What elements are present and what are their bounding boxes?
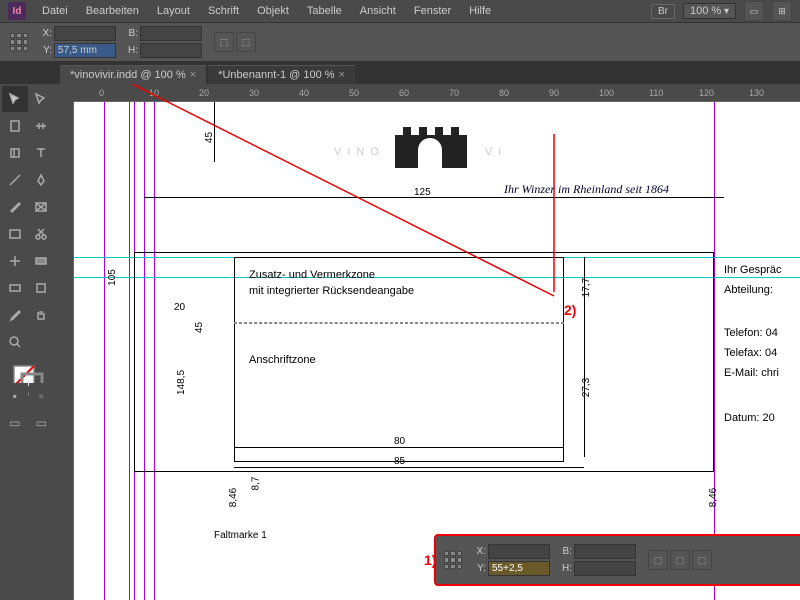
floating-transform-panel[interactable]: X: Y: B: H: ⬚ ⬚ ⬚ — [434, 534, 800, 586]
float-b-input[interactable] — [574, 544, 636, 559]
transform-tool[interactable] — [2, 248, 28, 274]
document-tabs: *vinovivir.indd @ 100 %× *Unbenannt-1 @ … — [0, 62, 800, 84]
dim-label: 20 — [174, 302, 185, 313]
align-icon[interactable]: ⬚ — [670, 550, 690, 570]
close-icon[interactable]: × — [339, 69, 345, 81]
b-input[interactable] — [140, 26, 202, 41]
float-h-input[interactable] — [574, 561, 636, 576]
menu-hilfe[interactable]: Hilfe — [461, 3, 499, 19]
view-mode-tool[interactable]: ▭ — [2, 410, 28, 436]
menu-datei[interactable]: Datei — [34, 3, 76, 19]
dim-label: 105 — [107, 269, 118, 286]
y-input[interactable] — [54, 43, 116, 58]
x-label: X: — [38, 28, 52, 39]
selection-tool[interactable] — [2, 86, 28, 112]
castle-icon — [385, 120, 485, 168]
screen-tool[interactable]: ▭ — [29, 410, 55, 436]
scissors-tool[interactable] — [29, 221, 55, 247]
line-tool[interactable] — [2, 167, 28, 193]
color-apply-tool2[interactable]: ▫ — [29, 383, 55, 409]
right-text: Telefon: 04 — [724, 327, 778, 339]
color-apply-tool[interactable]: ▪ — [2, 383, 28, 409]
tab-vinovivir[interactable]: *vinovivir.indd @ 100 %× — [60, 65, 206, 84]
annotation-2: 2) — [564, 302, 576, 318]
zone-label: mit integrierter Rücksendeangabe — [249, 285, 414, 297]
menu-bearbeiten[interactable]: Bearbeiten — [78, 3, 147, 19]
bridge-button[interactable]: Br — [651, 4, 675, 19]
h-input[interactable] — [140, 43, 202, 58]
align-icon[interactable]: ⬚ — [214, 32, 234, 52]
menu-schrift[interactable]: Schrift — [200, 3, 247, 19]
align-icon[interactable]: ⬚ — [692, 550, 712, 570]
float-x-input[interactable] — [488, 544, 550, 559]
pen-tool[interactable] — [29, 167, 55, 193]
tool-panel: ▪ ▫ ▭ ▭ — [0, 84, 56, 600]
float-y-input[interactable] — [488, 561, 550, 576]
direct-selection-tool[interactable] — [29, 86, 55, 112]
gap-tool[interactable] — [29, 113, 55, 139]
dim-label: 80 — [394, 436, 405, 447]
right-text: Datum: 20 — [724, 412, 775, 424]
dim-label: 148,5 — [176, 370, 187, 395]
page-tool[interactable] — [2, 113, 28, 139]
gradient-feather-tool[interactable] — [2, 275, 28, 301]
right-text: Abteilung: — [724, 284, 773, 296]
tab-unbenannt[interactable]: *Unbenannt-1 @ 100 %× — [208, 65, 355, 84]
dim-label: 85 — [394, 456, 405, 467]
arrange-icon[interactable]: ⊞ — [772, 1, 792, 21]
zoom-dropdown[interactable]: 100 % ▾ — [683, 3, 736, 19]
faltmarke-label: Faltmarke 1 — [214, 530, 267, 541]
horizontal-ruler[interactable]: 0 10 20 30 40 50 60 70 80 90 100 110 120… — [74, 84, 800, 102]
tagline: Ihr Winzer im Rheinland seit 1864 — [504, 182, 669, 197]
dim-label: 27,3 — [581, 378, 592, 397]
dim-label: 8,7 — [250, 477, 261, 491]
menu-bar: Id Datei Bearbeiten Layout Schrift Objek… — [0, 0, 800, 22]
reference-point[interactable] — [444, 551, 462, 569]
distribute-icon[interactable]: ⬚ — [236, 32, 256, 52]
note-tool[interactable] — [29, 275, 55, 301]
menu-objekt[interactable]: Objekt — [249, 3, 297, 19]
control-bar: X: Y: B: H: ⬚ ⬚ — [0, 22, 800, 62]
hand-tool[interactable] — [29, 302, 55, 328]
dim-label: 45 — [194, 322, 205, 333]
close-icon[interactable]: × — [190, 69, 196, 81]
rectangle-frame-tool[interactable] — [29, 194, 55, 220]
right-text: E-Mail: chri — [724, 367, 779, 379]
b-label: B: — [124, 28, 138, 39]
zone-label: Zusatz- und Vermerkzone — [249, 269, 375, 281]
vertical-ruler[interactable] — [56, 102, 74, 600]
menu-tabelle[interactable]: Tabelle — [299, 3, 350, 19]
eyedropper-tool[interactable] — [2, 302, 28, 328]
menu-fenster[interactable]: Fenster — [406, 3, 459, 19]
y-label: Y: — [38, 45, 52, 56]
pencil-tool[interactable] — [2, 194, 28, 220]
menu-layout[interactable]: Layout — [149, 3, 198, 19]
screen-mode-icon[interactable]: ▭ — [744, 1, 764, 21]
dim-label: 17,7 — [581, 278, 592, 297]
type-tool[interactable] — [29, 140, 55, 166]
x-input[interactable] — [54, 26, 116, 41]
canvas-area[interactable]: 0 10 20 30 40 50 60 70 80 90 100 110 120… — [56, 84, 800, 600]
right-text: Ihr Gespräc — [724, 264, 781, 276]
align-icon[interactable]: ⬚ — [648, 550, 668, 570]
rectangle-tool[interactable] — [2, 221, 28, 247]
right-text: Telefax: 04 — [724, 347, 777, 359]
gradient-tool[interactable] — [29, 248, 55, 274]
document-canvas[interactable]: VINOVI Ihr Winzer im Rheinland seit 1864… — [74, 102, 800, 600]
reference-point[interactable] — [10, 33, 28, 51]
menu-ansicht[interactable]: Ansicht — [352, 3, 404, 19]
dim-label: 8,46 — [228, 488, 239, 507]
h-label: H: — [124, 45, 138, 56]
zoom-tool[interactable] — [2, 329, 28, 355]
brand-title: VINOVI — [334, 112, 507, 168]
app-icon: Id — [8, 2, 26, 20]
dim-label: 8,46 — [708, 488, 719, 507]
content-tool[interactable] — [2, 140, 28, 166]
zone-label: Anschriftzone — [249, 354, 316, 366]
